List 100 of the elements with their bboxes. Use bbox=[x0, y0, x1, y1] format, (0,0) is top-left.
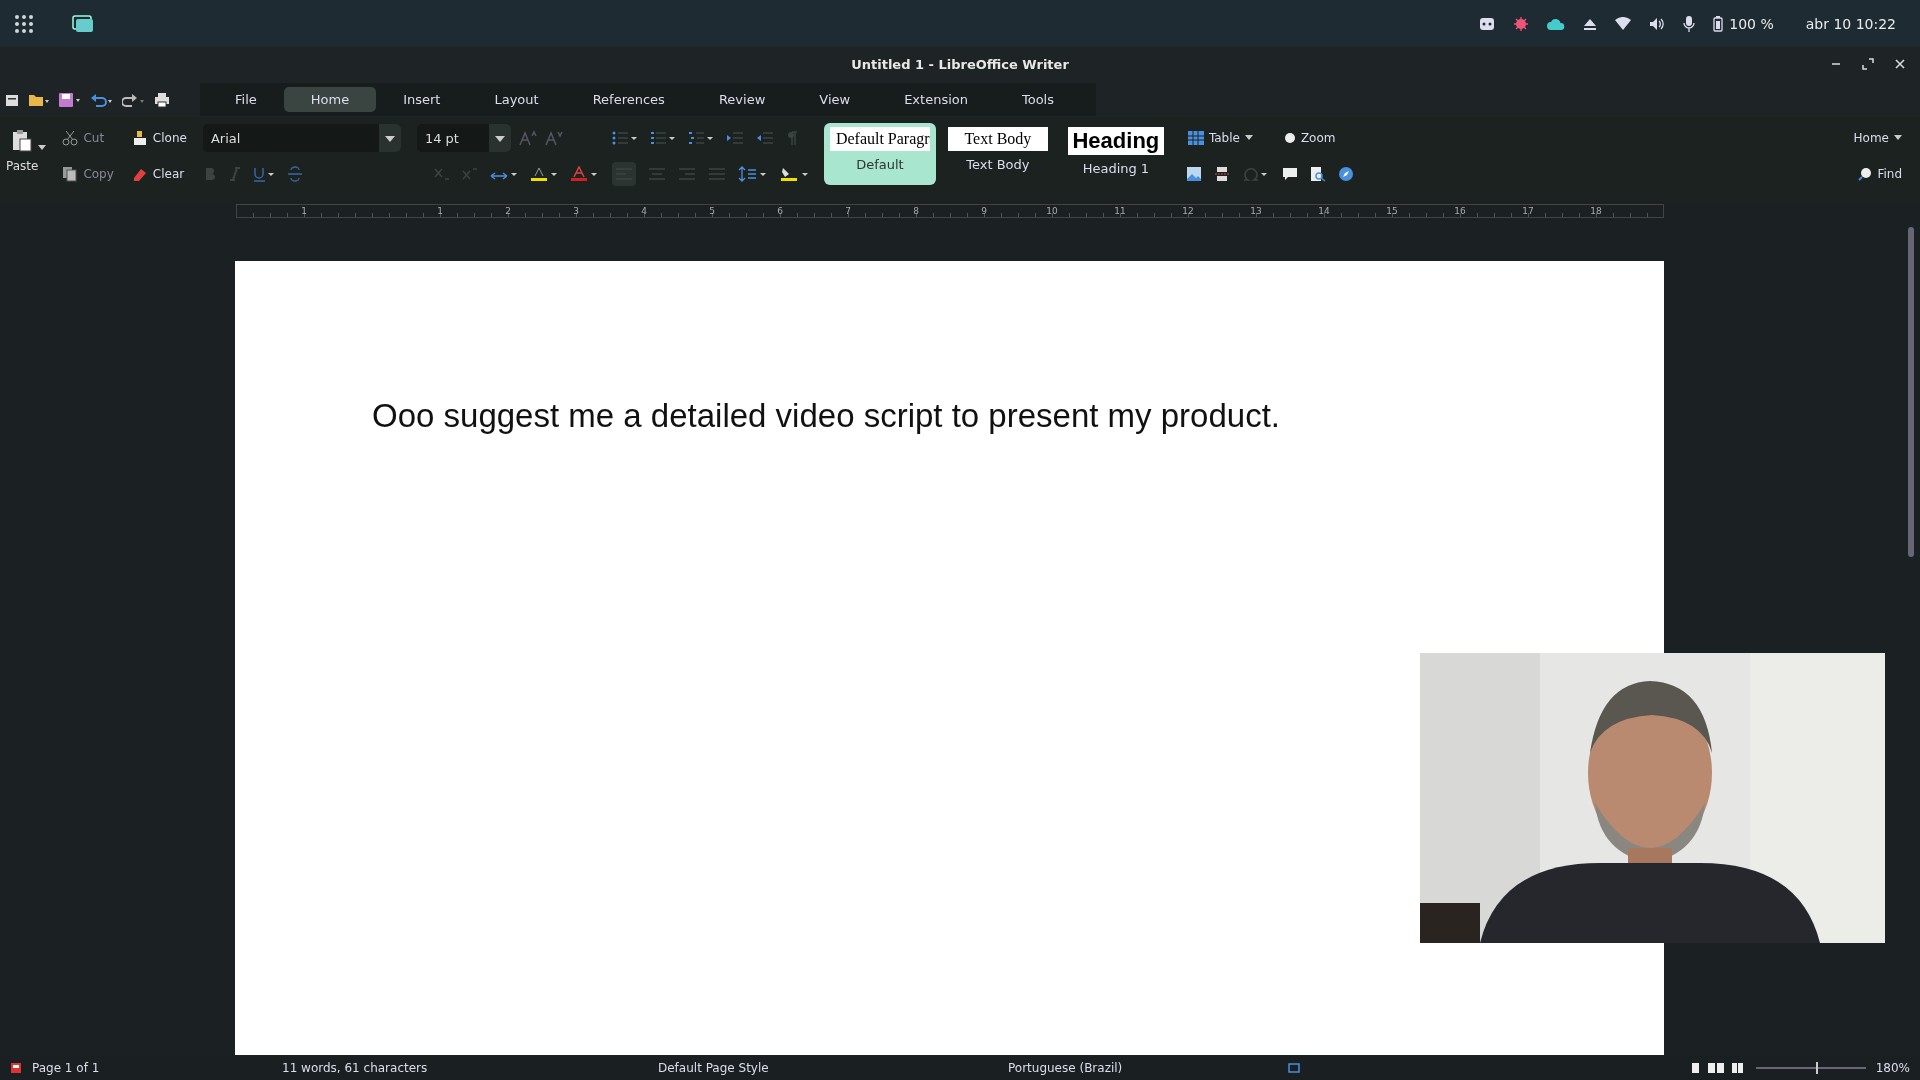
ruler-number: 11 bbox=[1113, 206, 1127, 216]
maximize-icon[interactable] bbox=[1862, 58, 1874, 70]
table-button[interactable]: Table bbox=[1185, 123, 1268, 153]
clone-button[interactable]: Clone bbox=[129, 123, 189, 153]
line-spacing-icon[interactable] bbox=[737, 166, 768, 182]
copy-icon bbox=[62, 166, 79, 182]
comment-icon[interactable] bbox=[1281, 166, 1298, 182]
numbered-list-icon[interactable] bbox=[649, 130, 676, 146]
gamepad-icon[interactable] bbox=[1479, 15, 1496, 32]
document-modified-icon[interactable] bbox=[10, 1061, 22, 1074]
cloud-icon[interactable] bbox=[1547, 16, 1566, 31]
circle-icon bbox=[1283, 132, 1296, 144]
underline-icon[interactable] bbox=[252, 166, 275, 182]
selection-mode-icon[interactable] bbox=[1288, 1062, 1300, 1073]
ruler-number: 7 bbox=[844, 206, 852, 216]
image-icon[interactable] bbox=[1185, 166, 1202, 182]
window-title: Untitled 1 - LibreOffice Writer bbox=[851, 57, 1069, 72]
ruler[interactable]: 1 1 2 3 4 5 6 7 8 9 10 11 12 13 14 15 16 17 18 bbox=[236, 204, 1664, 218]
ribbon-tab[interactable]: References bbox=[565, 87, 692, 112]
windows-icon[interactable] bbox=[72, 14, 94, 33]
highlight-color-icon[interactable] bbox=[529, 166, 558, 182]
scrollbar[interactable] bbox=[1908, 227, 1914, 557]
ruler-number: 16 bbox=[1453, 206, 1467, 216]
wifi-icon[interactable] bbox=[1615, 16, 1632, 31]
word-count[interactable]: 11 words, 61 characters bbox=[282, 1060, 648, 1075]
font-color-icon[interactable] bbox=[569, 166, 598, 182]
paste-button[interactable]: Paste bbox=[6, 123, 39, 173]
compass-icon[interactable] bbox=[1337, 166, 1354, 182]
search-icon bbox=[1858, 167, 1873, 181]
print-icon[interactable] bbox=[154, 91, 170, 108]
ribbon-tab[interactable]: View bbox=[792, 87, 878, 112]
strikethrough-icon[interactable] bbox=[286, 166, 303, 182]
ribbon-tab[interactable]: Review bbox=[691, 87, 793, 112]
ruler-number: 17 bbox=[1521, 206, 1535, 216]
bug-icon[interactable] bbox=[1513, 15, 1530, 32]
paragraph-style[interactable]: Default Paragr Default bbox=[823, 123, 936, 185]
page-break-icon[interactable] bbox=[1213, 166, 1230, 182]
omega-icon[interactable] bbox=[1241, 166, 1268, 182]
app-grid-icon[interactable] bbox=[14, 13, 34, 34]
microphone-icon[interactable] bbox=[1683, 15, 1696, 32]
brush-icon bbox=[131, 130, 148, 146]
find-button[interactable]: Find bbox=[1856, 159, 1904, 189]
ruler-number: 3 bbox=[572, 206, 580, 216]
scissors-icon bbox=[62, 130, 79, 146]
dropdown-icon[interactable] bbox=[378, 124, 401, 152]
ruler-number: 2 bbox=[504, 206, 512, 216]
outdent-icon[interactable] bbox=[755, 130, 774, 146]
paste-icon bbox=[11, 129, 34, 153]
eraser-icon bbox=[131, 166, 148, 182]
ruler-number: 18 bbox=[1589, 206, 1603, 216]
zoom-level[interactable]: 180% bbox=[1875, 1060, 1910, 1075]
undo-icon[interactable] bbox=[90, 91, 114, 108]
volume-icon[interactable] bbox=[1649, 16, 1666, 31]
ruler-number: 15 bbox=[1385, 206, 1399, 216]
slider-thumb[interactable] bbox=[1816, 1061, 1819, 1074]
dropdown-icon[interactable] bbox=[488, 124, 511, 152]
paragraph-background-icon[interactable] bbox=[779, 166, 810, 182]
page-style[interactable]: Default Page Style bbox=[658, 1060, 998, 1075]
redo-icon[interactable] bbox=[122, 91, 146, 108]
ruler-number: 5 bbox=[708, 206, 716, 216]
close-icon[interactable] bbox=[1894, 58, 1906, 70]
ribbon-tab[interactable]: File bbox=[208, 87, 284, 112]
ruler-number: 9 bbox=[980, 206, 988, 216]
ribbon-tab[interactable]: Layout bbox=[467, 87, 566, 112]
ruler-number: 4 bbox=[640, 206, 648, 216]
caret-icon bbox=[1244, 135, 1253, 141]
ruler-number: 10 bbox=[1045, 206, 1059, 216]
ruler-number: 8 bbox=[912, 206, 920, 216]
bullet-list-icon[interactable] bbox=[611, 130, 638, 146]
ribbon-tab[interactable]: Insert bbox=[376, 87, 468, 112]
home-menu-button[interactable]: Home bbox=[1851, 123, 1904, 153]
ruler-number: 6 bbox=[776, 206, 784, 216]
ruler-number: 12 bbox=[1181, 206, 1195, 216]
battery-icon bbox=[1713, 15, 1724, 32]
paragraph-style[interactable]: Heading Heading 1 bbox=[1059, 123, 1172, 185]
ribbon-tab[interactable]: Extension bbox=[877, 87, 995, 112]
outline-list-icon[interactable] bbox=[687, 130, 714, 146]
copy-button[interactable]: Copy bbox=[60, 159, 116, 189]
ribbon-tab[interactable]: Home bbox=[283, 87, 377, 112]
document-page[interactable]: Ooo suggest me a detailed video script to present my product. bbox=[235, 261, 1664, 1055]
caret-icon[interactable] bbox=[38, 145, 47, 151]
language[interactable]: Portuguese (Brazil) bbox=[1008, 1060, 1278, 1075]
zoom-button[interactable]: Zoom bbox=[1281, 123, 1354, 153]
page-count[interactable]: Page 1 of 1 bbox=[32, 1060, 272, 1075]
ribbon-tab[interactable]: Tools bbox=[995, 87, 1081, 112]
caret-icon bbox=[1894, 135, 1902, 141]
clear-button[interactable]: Clear bbox=[129, 159, 189, 189]
font-name-field[interactable]: Arial bbox=[202, 124, 401, 152]
save-icon[interactable] bbox=[58, 91, 82, 108]
paragraph-style[interactable]: Text Body Text Body bbox=[941, 123, 1054, 185]
clock[interactable]: abr 10 10:22 bbox=[1805, 15, 1896, 32]
ruler-number: 1 bbox=[436, 206, 444, 216]
cut-button[interactable]: Cut bbox=[60, 123, 116, 153]
ruler-number: 14 bbox=[1317, 206, 1331, 216]
ruler-number: 1 bbox=[300, 206, 308, 216]
find-replace-icon[interactable] bbox=[1309, 166, 1326, 182]
indent-icon[interactable] bbox=[725, 130, 744, 146]
battery-level: 100 % bbox=[1729, 15, 1774, 32]
font-size-field[interactable]: 14 pt bbox=[416, 124, 511, 152]
view-layout-icon[interactable] bbox=[1689, 1061, 1746, 1074]
